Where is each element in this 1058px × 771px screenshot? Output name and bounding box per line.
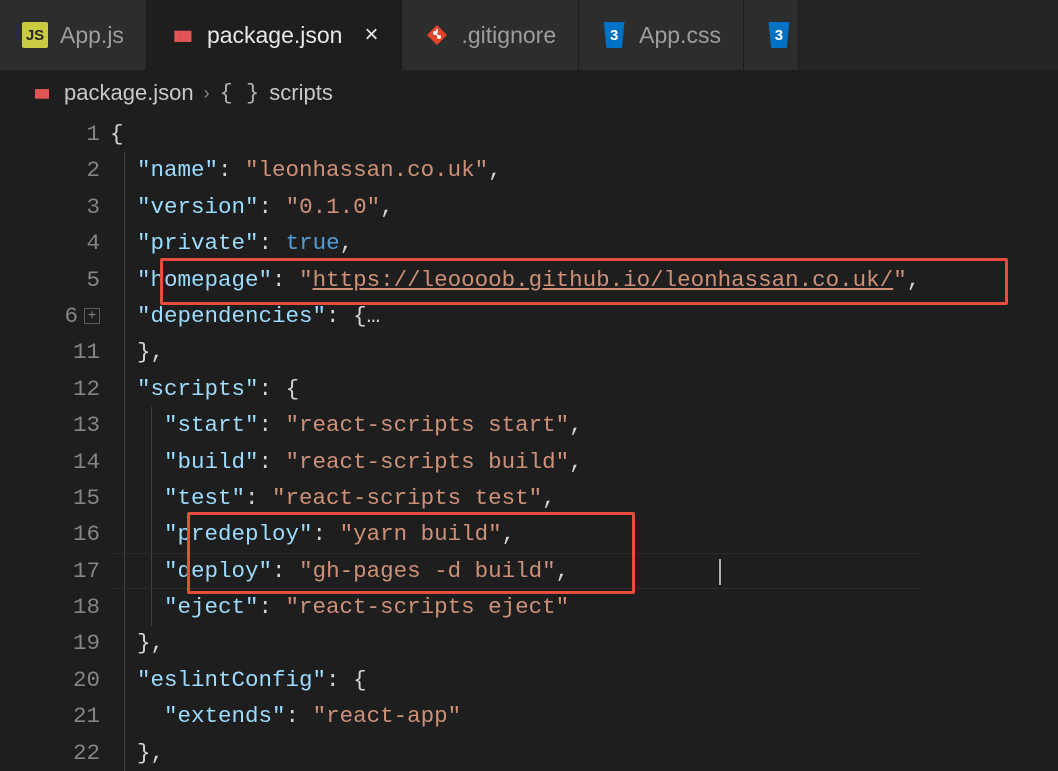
- line-number: 14: [73, 444, 100, 480]
- line-number: 22: [73, 735, 100, 771]
- code-line[interactable]: {: [110, 116, 920, 152]
- code-line[interactable]: "extends": "react-app": [110, 698, 920, 734]
- css-file-icon: 3: [601, 22, 627, 48]
- code-line[interactable]: "start": "react-scripts start",: [110, 407, 920, 443]
- breadcrumb-symbol: scripts: [269, 80, 333, 106]
- tab-label: .gitignore: [462, 22, 557, 49]
- tab-label: package.json: [207, 22, 343, 49]
- tab-package-json[interactable]: ▮▮▮ package.json ×: [147, 0, 402, 70]
- code-line[interactable]: "build": "react-scripts build",: [110, 444, 920, 480]
- code-line[interactable]: "homepage": "https://leoooob.github.io/l…: [110, 262, 920, 298]
- line-number: 20: [73, 662, 100, 698]
- breadcrumb-file: package.json: [64, 80, 194, 106]
- line-number: 15: [73, 480, 100, 516]
- line-number: 1: [86, 116, 100, 152]
- line-number: 11: [73, 334, 100, 370]
- code-line[interactable]: },: [110, 334, 920, 370]
- code-line[interactable]: "name": "leonhassan.co.uk",: [110, 152, 920, 188]
- code-line[interactable]: "eslintConfig": {: [110, 662, 920, 698]
- breadcrumb[interactable]: ▮▮▮ package.json › { } scripts: [0, 70, 1058, 116]
- line-number: 2: [86, 152, 100, 188]
- line-number: 5: [86, 262, 100, 298]
- tab-bar: JS App.js ▮▮▮ package.json × .gitignore …: [0, 0, 1058, 70]
- code-line[interactable]: "dependencies": {…: [110, 298, 920, 334]
- line-number: 21: [73, 698, 100, 734]
- npm-file-icon: ▮▮▮: [28, 80, 54, 106]
- code-line[interactable]: },: [110, 625, 920, 661]
- symbol-kind: { }: [220, 81, 260, 106]
- line-number: 3: [86, 189, 100, 225]
- gutter: 1 2 3 4 5 6+ 11 12 13 14 15 16 17 18 19 …: [0, 116, 110, 771]
- tab-app-css[interactable]: 3 App.css: [579, 0, 744, 70]
- code-line[interactable]: "test": "react-scripts test",: [110, 480, 920, 516]
- code-line[interactable]: "scripts": {: [110, 371, 920, 407]
- code-line[interactable]: "version": "0.1.0",: [110, 189, 920, 225]
- text-cursor: [719, 559, 721, 585]
- tab-gitignore[interactable]: .gitignore: [402, 0, 580, 70]
- code-line[interactable]: "private": true,: [110, 225, 920, 261]
- tab-truncated[interactable]: 3: [744, 0, 799, 70]
- line-number: 16: [73, 516, 100, 552]
- fold-expand-icon[interactable]: +: [84, 308, 100, 324]
- line-number: 6: [64, 298, 78, 334]
- tab-app-js[interactable]: JS App.js: [0, 0, 147, 70]
- close-icon[interactable]: ×: [364, 23, 378, 47]
- chevron-right-icon: ›: [204, 83, 210, 104]
- line-number: 12: [73, 371, 100, 407]
- line-number: 4: [86, 225, 100, 261]
- code-line[interactable]: },: [110, 735, 920, 771]
- css-file-icon: 3: [766, 22, 792, 48]
- line-number: 18: [73, 589, 100, 625]
- js-file-icon: JS: [22, 22, 48, 48]
- line-number: 13: [73, 407, 100, 443]
- line-number: 19: [73, 625, 100, 661]
- code-area[interactable]: { "name": "leonhassan.co.uk", "version":…: [110, 116, 920, 771]
- code-line[interactable]: "deploy": "gh-pages -d build",: [110, 553, 920, 589]
- code-line[interactable]: "eject": "react-scripts eject": [110, 589, 920, 625]
- git-file-icon: [424, 22, 450, 48]
- tab-label: App.js: [60, 22, 124, 49]
- editor[interactable]: 1 2 3 4 5 6+ 11 12 13 14 15 16 17 18 19 …: [0, 116, 1058, 771]
- code-line[interactable]: "predeploy": "yarn build",: [110, 516, 920, 552]
- line-number: 17: [73, 553, 100, 589]
- tab-label: App.css: [639, 22, 721, 49]
- npm-file-icon: ▮▮▮: [169, 22, 195, 48]
